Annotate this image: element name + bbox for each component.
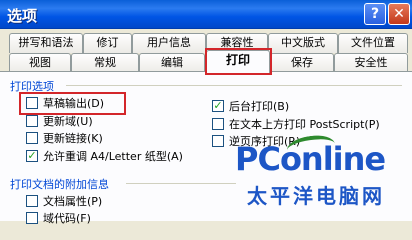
postscript-over-text-checkbox[interactable]: [212, 118, 224, 130]
update-fields-checkbox[interactable]: [26, 115, 38, 127]
section-divider: [66, 85, 402, 86]
help-button[interactable]: ?: [364, 3, 386, 25]
attached-info-label: 打印文档的附加信息: [10, 178, 109, 191]
document-properties-option[interactable]: 文档属性(P): [26, 194, 102, 208]
tab-revisions[interactable]: 修订: [83, 33, 132, 53]
document-properties-checkbox[interactable]: [26, 195, 38, 207]
tab-edit[interactable]: 编辑: [139, 53, 205, 73]
update-fields-option[interactable]: 更新域(U): [26, 114, 93, 128]
pconline-watermark: PConline 太平洋电脑网: [235, 132, 407, 208]
highlight-print-tab: [205, 48, 272, 75]
background-print-option[interactable]: ✓ 后台打印(B): [212, 99, 289, 113]
postscript-over-text-option[interactable]: 在文本上方打印 PostScript(P): [212, 117, 380, 131]
update-fields-label: 更新域(U): [43, 115, 93, 128]
highlight-draft-output: [19, 92, 126, 115]
field-codes-label: 域代码(F): [43, 212, 91, 225]
field-codes-checkbox[interactable]: [26, 212, 38, 224]
field-codes-option[interactable]: 域代码(F): [26, 211, 91, 225]
resize-a4-letter-label: 允许重调 A4/Letter 纸型(A): [43, 150, 183, 163]
tab-file-locations[interactable]: 文件位置: [338, 33, 408, 53]
title-bar: 选项 ? ✕: [0, 0, 412, 29]
update-links-checkbox[interactable]: [26, 132, 38, 144]
document-properties-label: 文档属性(P): [43, 195, 103, 208]
tab-security[interactable]: 安全性: [334, 53, 408, 73]
tab-user-info[interactable]: 用户信息: [132, 33, 206, 53]
close-button[interactable]: ✕: [388, 3, 410, 25]
section-divider: [126, 183, 236, 184]
update-links-option[interactable]: 更新链接(K): [26, 131, 103, 145]
tab-asian-typography[interactable]: 中文版式: [268, 33, 338, 53]
background-print-checkbox[interactable]: ✓: [212, 100, 224, 112]
reverse-order-checkbox[interactable]: [212, 135, 224, 147]
logo-brand: PConline: [235, 140, 386, 178]
update-links-label: 更新链接(K): [43, 132, 103, 145]
tab-view[interactable]: 视图: [9, 53, 71, 73]
background-print-label: 后台打印(B): [229, 100, 290, 113]
tab-general[interactable]: 常规: [71, 53, 139, 73]
window-title: 选项: [7, 7, 38, 25]
logo-brand-cn: 太平洋电脑网: [247, 184, 385, 208]
resize-a4-letter-option[interactable]: ✓ 允许重调 A4/Letter 纸型(A): [26, 149, 183, 163]
postscript-over-text-label: 在文本上方打印 PostScript(P): [229, 118, 380, 131]
tab-spelling-grammar[interactable]: 拼写和语法: [9, 33, 83, 53]
tab-save[interactable]: 保存: [270, 53, 334, 73]
resize-a4-letter-checkbox[interactable]: ✓: [26, 150, 38, 162]
